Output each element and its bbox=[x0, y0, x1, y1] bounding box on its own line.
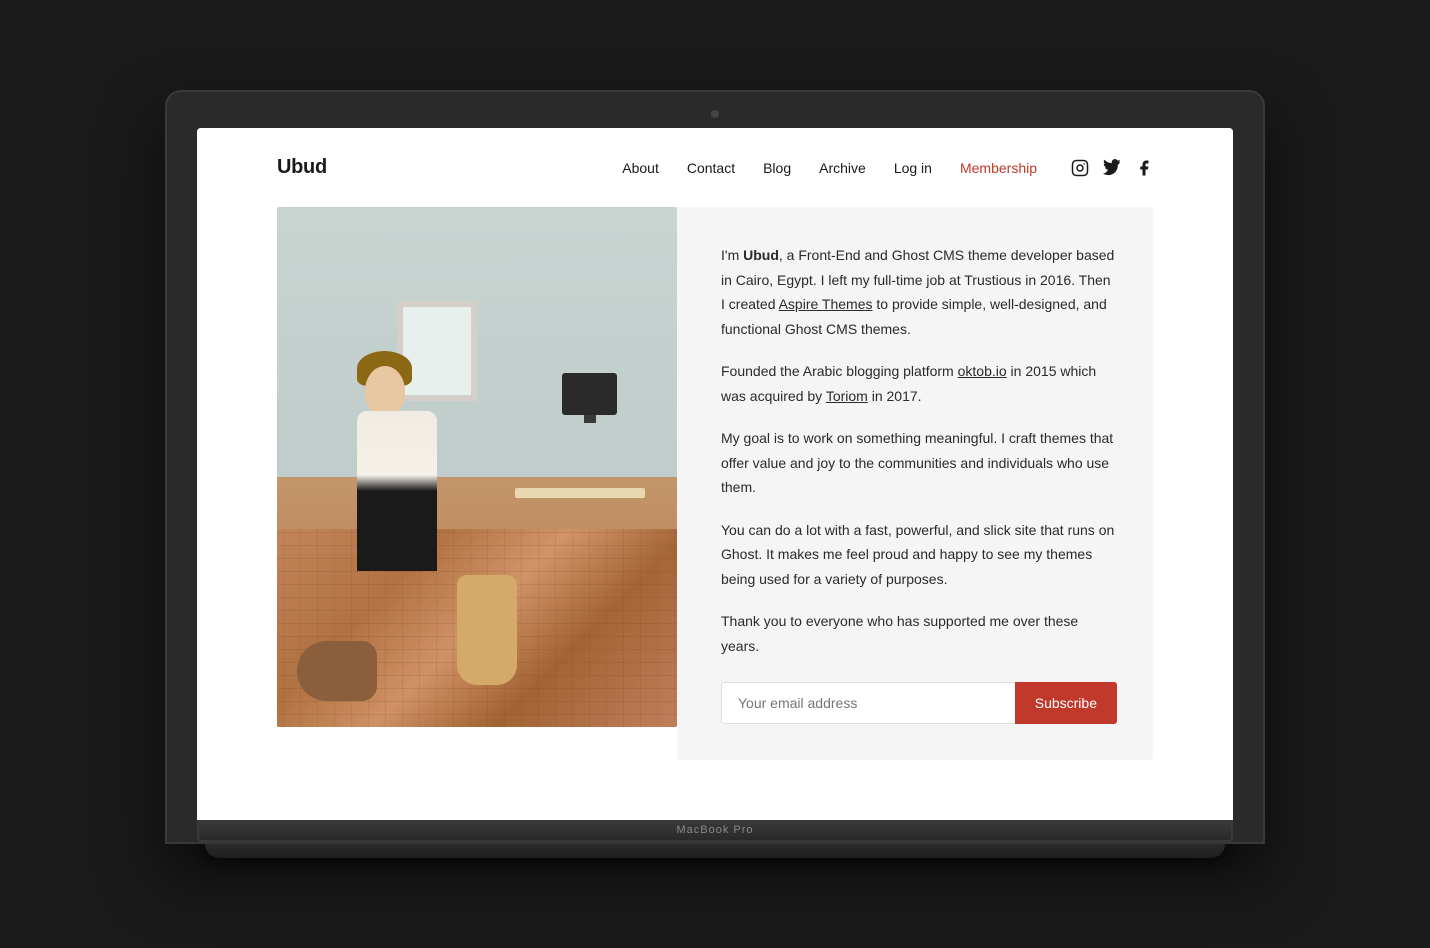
laptop-foot bbox=[205, 844, 1225, 858]
oktob-link[interactable]: oktob.io bbox=[958, 363, 1007, 379]
laptop-screen: Ubud About Contact Blog Archive Log in M… bbox=[197, 128, 1233, 820]
subscribe-form: Subscribe bbox=[721, 682, 1117, 724]
room-scene bbox=[277, 207, 677, 727]
twitter-icon[interactable] bbox=[1103, 159, 1121, 177]
small-dog bbox=[297, 641, 377, 701]
nav-blog[interactable]: Blog bbox=[763, 160, 791, 176]
nav-login[interactable]: Log in bbox=[894, 160, 932, 176]
person bbox=[337, 331, 497, 571]
nav-archive[interactable]: Archive bbox=[819, 160, 866, 176]
nav-membership[interactable]: Membership bbox=[960, 160, 1037, 176]
laptop-base: MacBook Pro bbox=[197, 820, 1233, 842]
email-input[interactable] bbox=[721, 682, 1015, 724]
paragraph-3: My goal is to work on something meaningf… bbox=[721, 426, 1117, 500]
laptop-body: Ubud About Contact Blog Archive Log in M… bbox=[165, 90, 1265, 844]
paragraph-4: You can do a lot with a fast, powerful, … bbox=[721, 518, 1117, 592]
paragraph-1: I'm Ubud, a Front-End and Ghost CMS them… bbox=[721, 243, 1117, 341]
about-image bbox=[277, 207, 677, 727]
instagram-icon[interactable] bbox=[1071, 159, 1089, 177]
laptop-model-label: MacBook Pro bbox=[676, 824, 753, 836]
main-nav: About Contact Blog Archive Log in Member… bbox=[622, 159, 1153, 177]
person-body bbox=[357, 411, 437, 571]
subscribe-button[interactable]: Subscribe bbox=[1015, 682, 1117, 724]
social-icons bbox=[1071, 159, 1153, 177]
laptop-frame: Ubud About Contact Blog Archive Log in M… bbox=[165, 90, 1265, 858]
main-content: I'm Ubud, a Front-End and Ghost CMS them… bbox=[197, 207, 1233, 820]
desk bbox=[515, 488, 645, 498]
nav-contact[interactable]: Contact bbox=[687, 160, 735, 176]
brand-name: Ubud bbox=[743, 247, 779, 263]
website: Ubud About Contact Blog Archive Log in M… bbox=[197, 128, 1233, 820]
about-text-panel: I'm Ubud, a Front-End and Ghost CMS them… bbox=[677, 207, 1153, 760]
aspire-themes-link[interactable]: Aspire Themes bbox=[779, 296, 873, 312]
about-text: I'm Ubud, a Front-End and Ghost CMS them… bbox=[721, 243, 1117, 658]
site-logo[interactable]: Ubud bbox=[277, 156, 327, 179]
toriom-link[interactable]: Toriom bbox=[826, 388, 868, 404]
laptop-camera bbox=[711, 110, 719, 118]
large-dog bbox=[457, 575, 517, 685]
person-head bbox=[365, 366, 405, 416]
site-header: Ubud About Contact Blog Archive Log in M… bbox=[197, 128, 1233, 207]
nav-about[interactable]: About bbox=[622, 160, 659, 176]
paragraph-5: Thank you to everyone who has supported … bbox=[721, 609, 1117, 658]
monitor bbox=[562, 373, 617, 415]
facebook-icon[interactable] bbox=[1135, 159, 1153, 177]
paragraph-2: Founded the Arabic blogging platform okt… bbox=[721, 359, 1117, 408]
